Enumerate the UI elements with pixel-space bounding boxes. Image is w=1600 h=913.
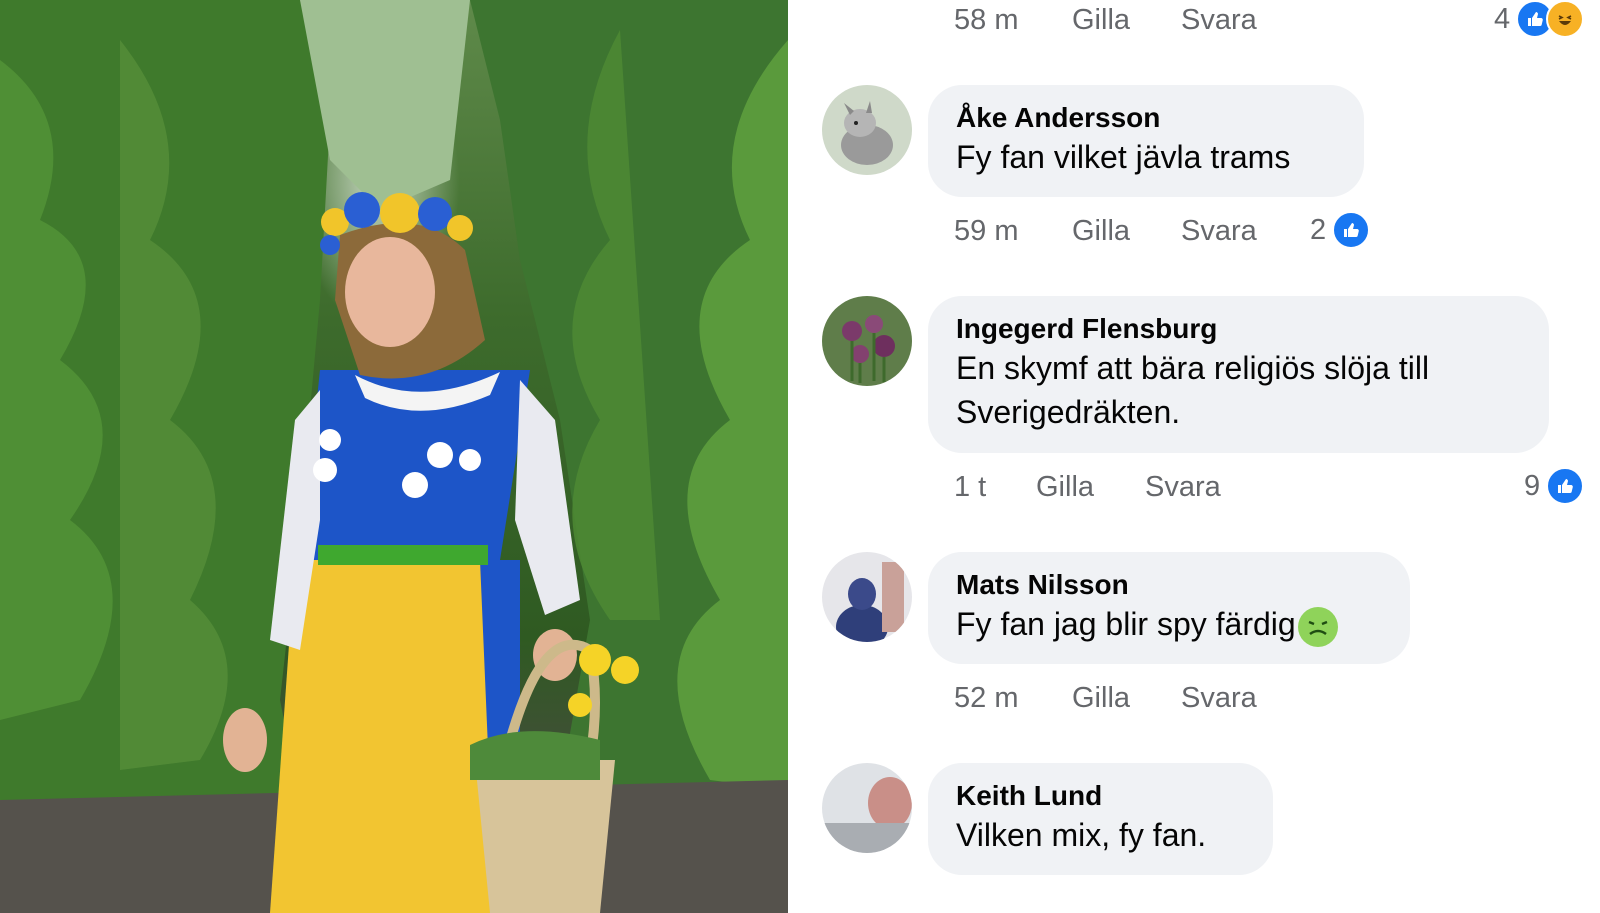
reaction-count: 9 (1524, 469, 1541, 502)
reaction-summary[interactable]: 2 (1310, 211, 1371, 249)
reply-link[interactable]: Svara (1181, 215, 1257, 248)
avatar[interactable] (822, 763, 912, 853)
reaction-summary[interactable]: 9 (1524, 467, 1585, 505)
comment-feed: 58 m Gilla Svara 4 Åke Andersson Fy fan … (791, 0, 1600, 913)
like-link[interactable]: Gilla (1072, 682, 1130, 715)
reply-link[interactable]: Svara (1181, 682, 1257, 715)
nauseated-face-emoji (1297, 606, 1338, 647)
comment-time: 1 t (954, 471, 987, 503)
avatar[interactable] (822, 552, 912, 642)
comment-author[interactable]: Ingegerd Flensburg (956, 312, 1521, 346)
reaction-count: 4 (1494, 2, 1511, 35)
haha-reaction-icon (1546, 0, 1585, 38)
comment-bubble: Keith Lund Vilken mix, fy fan. (928, 763, 1273, 875)
comment-bubble: Mats Nilsson Fy fan jag blir spy färdig (928, 552, 1410, 664)
thumbs-up-icon (1332, 211, 1371, 249)
comment-text-line: Sverigedräkten. (956, 394, 1181, 430)
avatar[interactable] (822, 296, 912, 386)
like-link[interactable]: Gilla (1072, 215, 1130, 248)
comment-author[interactable]: Keith Lund (956, 779, 1245, 813)
reaction-summary[interactable]: 4 (1494, 0, 1585, 38)
comment-text-content: Fy fan jag blir spy färdig (956, 606, 1296, 642)
reply-link[interactable]: Svara (1181, 4, 1257, 37)
comment-text: Fy fan jag blir spy färdig (956, 602, 1382, 647)
comment-text-line: En skymf att bära religiös slöja till (956, 350, 1430, 386)
comment-time: 52 m (954, 682, 1019, 714)
like-link[interactable]: Gilla (1036, 471, 1094, 504)
like-link[interactable]: Gilla (1072, 4, 1130, 37)
comment-author[interactable]: Åke Andersson (956, 101, 1336, 135)
reply-link[interactable]: Svara (1145, 471, 1221, 504)
comment-time: 59 m (954, 215, 1019, 247)
avatar[interactable] (822, 85, 912, 175)
comment-bubble: Åke Andersson Fy fan vilket jävla trams (928, 85, 1364, 197)
photo-woman-in-swedish-costume (0, 0, 788, 913)
comment-bubble: Ingegerd Flensburg En skymf att bära rel… (928, 296, 1549, 453)
comment-text: Fy fan vilket jävla trams (956, 139, 1291, 175)
comment-time: 58 m (954, 4, 1019, 36)
thumbs-up-icon (1546, 467, 1585, 505)
photo-illustration (0, 0, 788, 913)
comment-author[interactable]: Mats Nilsson (956, 568, 1382, 602)
comment-text: Vilken mix, fy fan. (956, 817, 1207, 853)
reaction-count: 2 (1310, 213, 1327, 246)
